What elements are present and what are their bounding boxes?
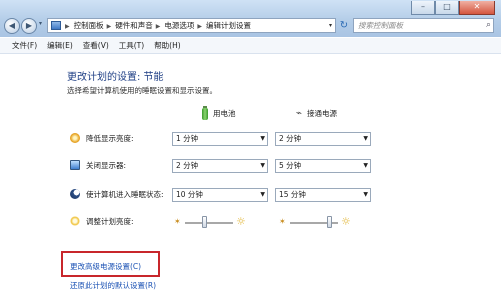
plugged-column-label: 接通电源 <box>307 109 338 118</box>
slider-thumb[interactable] <box>326 216 332 228</box>
monitor-icon <box>70 160 80 170</box>
title-bar: – □ ✕ ◀ ▶ ▾ ▶ 控制面板 ▶ 硬件和声音 ▶ 电源选项 ▶ 编辑计划设置 ▾ ↻ … <box>0 0 501 37</box>
sleep-battery-select[interactable]: 10 分钟 ▼ <box>172 188 268 202</box>
turn-off-display-label: 关闭显示器: <box>86 161 127 170</box>
search-input[interactable]: 搜索控制面板 ⌕ <box>353 18 494 33</box>
breadcrumb: ▶ 控制面板 ▶ 硬件和声音 ▶ 电源选项 ▶ 编辑计划设置 <box>65 19 254 32</box>
battery-column-header: 用电池 <box>202 106 236 120</box>
sleep-battery-value: 10 分钟 <box>176 190 203 199</box>
chevron-down-icon: ▼ <box>260 191 265 198</box>
moon-icon <box>70 189 80 199</box>
breadcrumb-edit-plan[interactable]: 编辑计划设置 <box>206 21 251 30</box>
back-button[interactable]: ◀ <box>4 18 20 34</box>
search-icon[interactable]: ⌕ <box>486 19 491 32</box>
brightness-high-icon: ☼ <box>341 215 351 228</box>
menu-view[interactable]: 查看(V) <box>78 38 114 53</box>
refresh-button[interactable]: ↻ <box>337 18 351 33</box>
breadcrumb-separator[interactable]: ▶ <box>107 23 112 30</box>
dim-display-plugged-value: 2 分钟 <box>279 134 302 143</box>
brightness-high-icon: ☼ <box>236 215 246 228</box>
chevron-down-icon: ▼ <box>363 162 368 169</box>
dim-display-battery-value: 1 分钟 <box>176 134 199 143</box>
sleep-plugged-select[interactable]: 15 分钟 ▼ <box>275 188 371 202</box>
dim-display-label: 降低显示亮度: <box>86 134 134 143</box>
main-content: 更改计划的设置: 节能 选择希望计算机使用的睡眠设置和显示设置。 用电池 ⌁ 接通… <box>0 54 501 306</box>
battery-icon <box>202 106 208 120</box>
sleep-label: 使计算机进入睡眠状态: <box>86 190 164 199</box>
search-placeholder: 搜索控制面板 <box>358 21 403 30</box>
chevron-down-icon: ▼ <box>260 135 265 142</box>
menu-file[interactable]: 文件(F) <box>0 38 42 53</box>
advanced-power-settings-link[interactable]: 更改高级电源设置(C) <box>70 261 141 272</box>
page-description: 选择希望计算机使用的睡眠设置和显示设置。 <box>67 86 217 95</box>
chevron-down-icon: ▼ <box>363 135 368 142</box>
menu-bar: 文件(F) 编辑(E) 查看(V) 工具(T) 帮助(H) <box>0 38 501 54</box>
sun-dim-icon <box>70 133 80 143</box>
chevron-down-icon: ▼ <box>363 191 368 198</box>
address-bar[interactable]: ▶ 控制面板 ▶ 硬件和声音 ▶ 电源选项 ▶ 编辑计划设置 ▾ <box>47 18 336 33</box>
chevron-down-icon: ▼ <box>260 162 265 169</box>
plugged-brightness-slider[interactable]: ✶ ☼ <box>279 214 355 230</box>
dim-display-battery-select[interactable]: 1 分钟 ▼ <box>172 132 268 146</box>
turn-off-display-plugged-value: 5 分钟 <box>279 161 302 170</box>
minimize-button[interactable]: – <box>411 1 435 15</box>
slider-thumb[interactable] <box>202 216 208 228</box>
close-button[interactable]: ✕ <box>459 1 495 15</box>
control-panel-icon <box>51 21 61 30</box>
battery-brightness-slider[interactable]: ✶ ☼ <box>174 214 250 230</box>
turn-off-display-battery-value: 2 分钟 <box>176 161 199 170</box>
menu-help[interactable]: 帮助(H) <box>149 38 186 53</box>
maximize-button[interactable]: □ <box>435 1 459 15</box>
brightness-low-icon: ✶ <box>279 217 286 226</box>
menu-edit[interactable]: 编辑(E) <box>42 38 78 53</box>
breadcrumb-separator: ▶ <box>65 23 70 30</box>
menu-tools[interactable]: 工具(T) <box>114 38 149 53</box>
breadcrumb-separator[interactable]: ▶ <box>156 23 161 30</box>
window-controls: – □ ✕ <box>411 1 495 15</box>
battery-column-label: 用电池 <box>213 109 236 118</box>
slider-track <box>185 222 233 224</box>
breadcrumb-power-options[interactable]: 电源选项 <box>164 21 194 30</box>
address-dropdown-icon[interactable]: ▾ <box>329 19 332 32</box>
restore-defaults-link[interactable]: 还原此计划的默认设置(R) <box>70 280 156 291</box>
forward-button[interactable]: ▶ <box>21 18 37 34</box>
breadcrumb-separator[interactable]: ▶ <box>197 23 202 30</box>
page-title: 更改计划的设置: 节能 <box>67 72 164 83</box>
dim-display-plugged-select[interactable]: 2 分钟 ▼ <box>275 132 371 146</box>
brightness-low-icon: ✶ <box>174 217 181 226</box>
breadcrumb-hardware-sound[interactable]: 硬件和声音 <box>115 21 153 30</box>
plugged-column-header: ⌁ 接通电源 <box>296 108 337 120</box>
sleep-plugged-value: 15 分钟 <box>279 190 306 199</box>
brightness-label: 调整计划亮度: <box>86 217 134 226</box>
turn-off-display-battery-select[interactable]: 2 分钟 ▼ <box>172 159 268 173</box>
turn-off-display-plugged-select[interactable]: 5 分钟 ▼ <box>275 159 371 173</box>
plug-icon: ⌁ <box>296 108 303 119</box>
breadcrumb-control-panel[interactable]: 控制面板 <box>74 21 104 30</box>
sun-icon <box>70 216 80 226</box>
recent-pages-dropdown[interactable]: ▾ <box>39 20 42 27</box>
